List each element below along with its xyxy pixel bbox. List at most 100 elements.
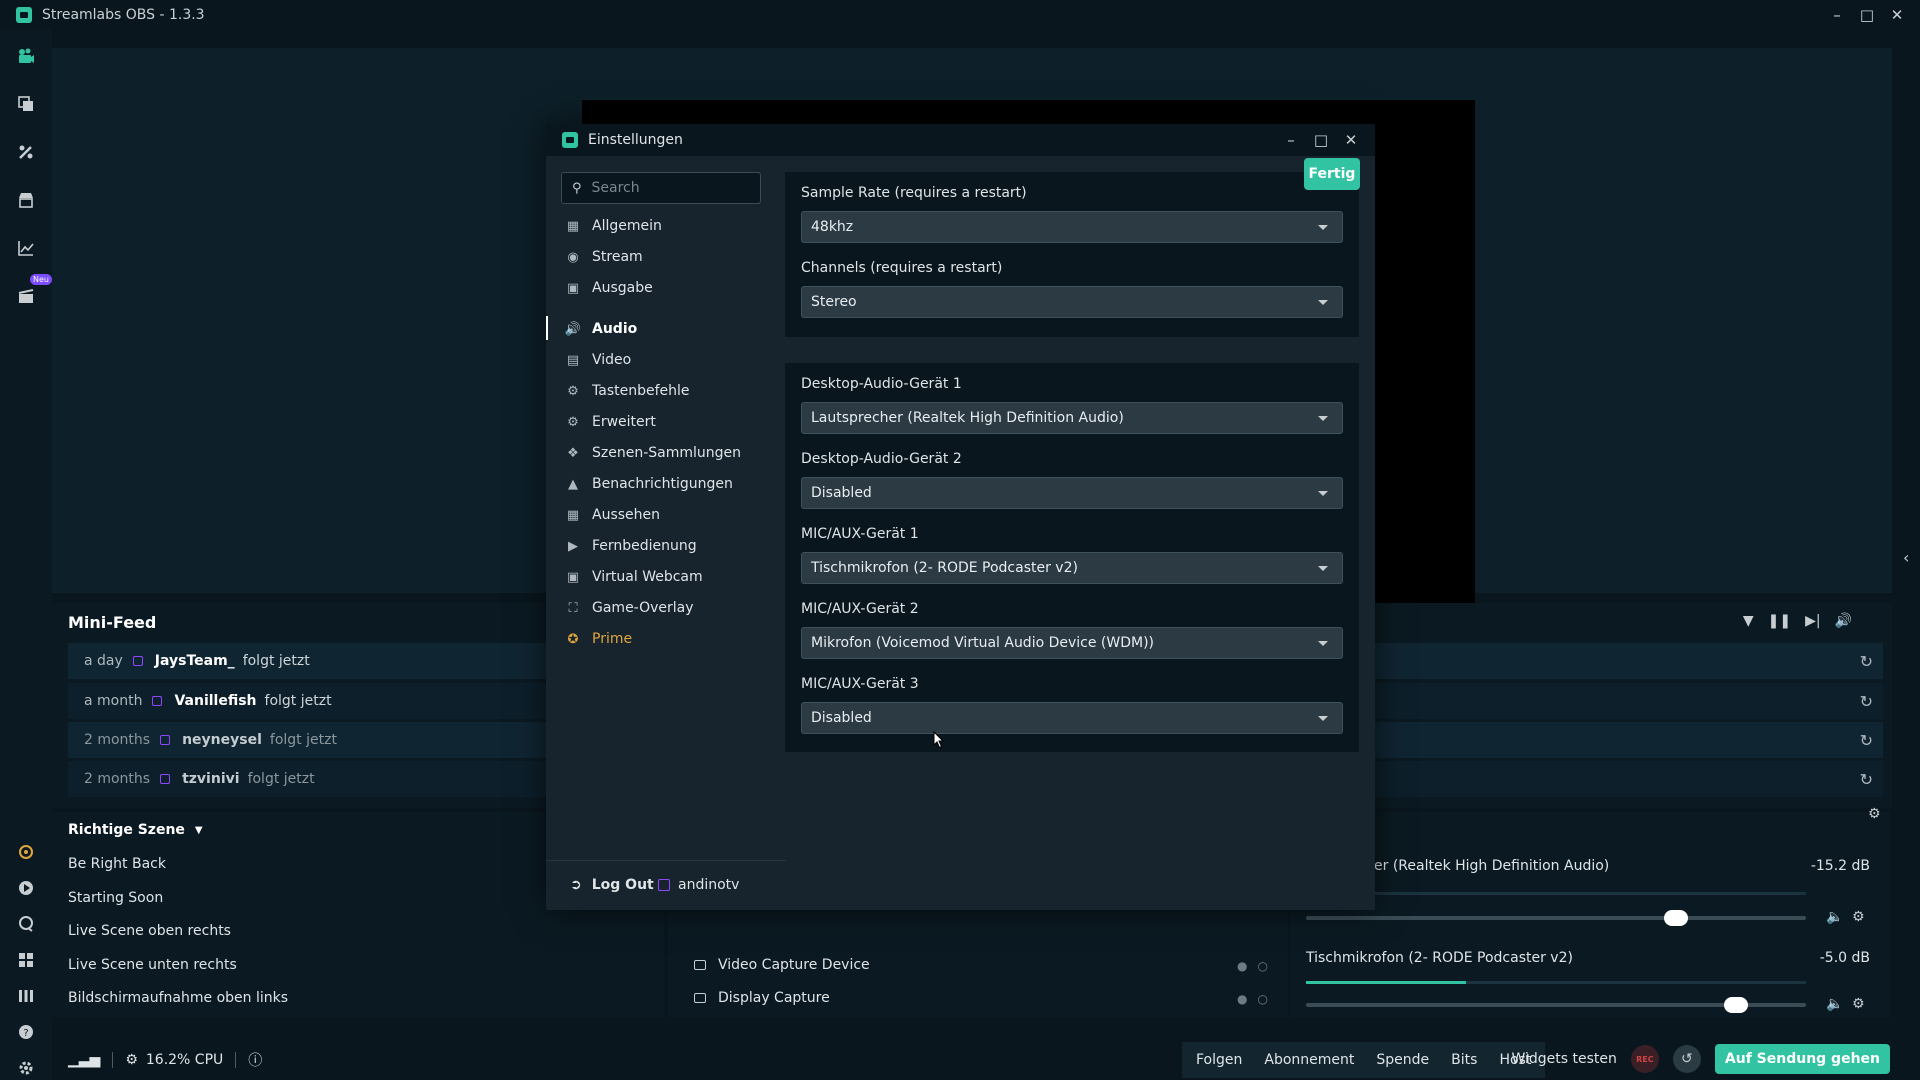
menu-label: Stream [592,249,643,265]
volume-slider[interactable] [1306,916,1806,920]
scene-collection-dropdown[interactable]: Richtige Szene ▼ [68,822,203,838]
mic-aux-3-select[interactable]: Disabled [801,702,1343,734]
volume-slider-handle[interactable] [1724,997,1748,1013]
repeat-alert-icon[interactable]: ↻ [1860,770,1873,789]
volume-slider-handle[interactable] [1664,910,1688,926]
repeat-alert-icon[interactable]: ↻ [1860,692,1873,711]
pause-icon[interactable]: ❚❚ [1768,613,1791,629]
menu-label: Aussehen [592,507,661,523]
store-icon[interactable] [0,182,52,218]
chat-icon[interactable] [0,906,52,942]
maximize-icon[interactable]: □ [1852,0,1882,30]
advanced-gears-icon: ⚙ [567,414,579,430]
source-item[interactable]: Display Capture [694,990,830,1006]
logout-button[interactable]: ➲ Log Out [570,877,654,893]
settings-menu-video[interactable]: ▤ Video [566,349,631,371]
layout-icon[interactable] [0,942,52,978]
scene-item[interactable]: Live Scene oben rechts [68,923,231,939]
feed-time: 2 months [84,732,151,748]
app-store-icon[interactable] [0,134,52,170]
source-settings-gear-icon[interactable]: ⚙ [1852,909,1865,925]
source-settings-gear-icon[interactable]: ⚙ [1852,996,1865,1012]
repeat-alert-icon[interactable]: ↻ [1860,731,1873,750]
grid-icon: ▦ [566,218,580,234]
menu-label: Tastenbefehle [592,383,690,399]
repeat-alert-icon[interactable]: ↻ [1860,652,1873,671]
mixer-settings-gear-icon[interactable]: ⚙ [1868,806,1881,822]
feed-username: tzvinivi [182,771,240,787]
prime-icon[interactable] [0,834,52,870]
feed-time: 2 months [84,771,151,787]
settings-menu-fernbedienung[interactable]: ▶ Fernbedienung [566,535,697,557]
menu-label: Ausgabe [592,280,653,296]
media-icon[interactable] [0,870,52,906]
collapse-panel-chevron-icon[interactable]: ‹ [1903,548,1909,567]
divider [235,1052,237,1068]
settings-menu-ausgabe[interactable]: ▣ Ausgabe [566,277,653,299]
settings-menu-prime[interactable]: ✪ Prime [566,628,633,650]
scene-item[interactable]: Be Right Back [68,856,166,872]
scene-item[interactable]: Bildschirmaufnahme oben links [68,990,288,1006]
mic-aux-1-select[interactable]: Tischmikrofon (2- RODE Podcaster v2) [801,552,1343,584]
test-follow-button[interactable]: Folgen [1196,1052,1242,1068]
info-icon[interactable]: ⓘ [248,1050,262,1070]
settings-menu-audio[interactable]: 🔊 Audio [565,318,637,340]
highlighter-icon[interactable]: Neu [0,274,52,314]
mute-icon[interactable]: 🔈 [1826,909,1843,925]
performance-chart-icon[interactable]: ▁▃▅ [68,1052,100,1068]
studio-mode-icon[interactable] [0,978,52,1014]
feed-action: folgt jetzt [264,693,332,709]
settings-menu-allgemein[interactable]: ▦ Allgemein [566,215,662,237]
settings-menu-aussehen[interactable]: ▦ Aussehen [566,504,660,526]
go-live-button[interactable]: Auf Sendung gehen [1714,1044,1890,1074]
settings-menu-virtual-webcam[interactable]: ▣ Virtual Webcam [566,566,703,588]
close-icon[interactable]: ✕ [1882,0,1912,30]
settings-menu-tastenbefehle[interactable]: ⚙ Tastenbefehle [566,380,690,402]
done-button[interactable]: Fertig [1304,158,1360,190]
desktop-audio-1-select[interactable]: Lautsprecher (Realtek High Definition Au… [801,402,1343,434]
mic-aux-2-select[interactable]: Mikrofon (Voicemod Virtual Audio Device … [801,627,1343,659]
minimize-icon[interactable]: – [1277,126,1305,154]
scene-item[interactable]: Starting Soon [68,890,163,906]
channels-select[interactable]: Stereo [801,286,1343,318]
filter-icon[interactable]: ▼ [1743,613,1754,629]
mini-feed-title: Mini-Feed [68,613,157,632]
settings-menu-benachrichtigungen[interactable]: ▲ Benachrichtigungen [566,473,733,495]
close-icon[interactable]: ✕ [1337,126,1365,154]
test-donation-button[interactable]: Spende [1376,1052,1429,1068]
menu-label: Video [592,352,632,368]
field-label: Sample Rate (requires a restart) [801,185,1027,201]
search-input[interactable] [591,180,742,196]
settings-menu-game-overlay[interactable]: ⛶ Game-Overlay [566,597,694,619]
help-icon[interactable]: ? [0,1014,52,1050]
test-subscription-button[interactable]: Abonnement [1264,1052,1354,1068]
settings-menu-stream[interactable]: ◉ Stream [566,246,643,268]
settings-menu-erweitert[interactable]: ⚙ Erweitert [566,411,656,433]
menu-label: Game-Overlay [592,600,694,616]
record-button[interactable]: REC [1630,1045,1659,1073]
visibility-icon[interactable]: ○ [1258,992,1268,1006]
widgets-test-button[interactable]: Widgets testen [1511,1051,1616,1067]
minimize-icon[interactable]: – [1822,0,1852,30]
sample-rate-select[interactable]: 48khz [801,211,1343,243]
test-bits-button[interactable]: Bits [1451,1052,1477,1068]
scene-item[interactable]: Live Scene unten rechts [68,957,237,973]
lock-icon[interactable]: ● [1237,959,1247,973]
editor-icon[interactable] [0,38,52,74]
mute-icon[interactable]: 🔈 [1826,996,1843,1012]
volume-icon[interactable]: 🔊 [1835,613,1852,629]
desktop-audio-2-select[interactable]: Disabled [801,477,1343,509]
settings-menu-szenen-sammlungen[interactable]: ❖ Szenen-Sammlungen [566,442,741,464]
replay-buffer-icon[interactable]: ↺ [1672,1045,1701,1073]
window-titlebar: Streamlabs OBS - 1.3.3 – □ ✕ [0,0,1920,30]
lock-icon[interactable]: ● [1237,992,1247,1006]
dashboard-chart-icon[interactable] [0,230,52,266]
settings-footer: ➲ Log Out andinotv [546,861,1375,910]
skip-icon[interactable]: ▶| [1805,613,1820,629]
visibility-icon[interactable]: ○ [1258,959,1268,973]
maximize-icon[interactable]: □ [1307,126,1335,154]
settings-gear-icon[interactable] [0,1050,52,1080]
themes-icon[interactable] [0,86,52,122]
source-item[interactable]: Video Capture Device [694,957,870,973]
feed-action: folgt jetzt [269,732,337,748]
